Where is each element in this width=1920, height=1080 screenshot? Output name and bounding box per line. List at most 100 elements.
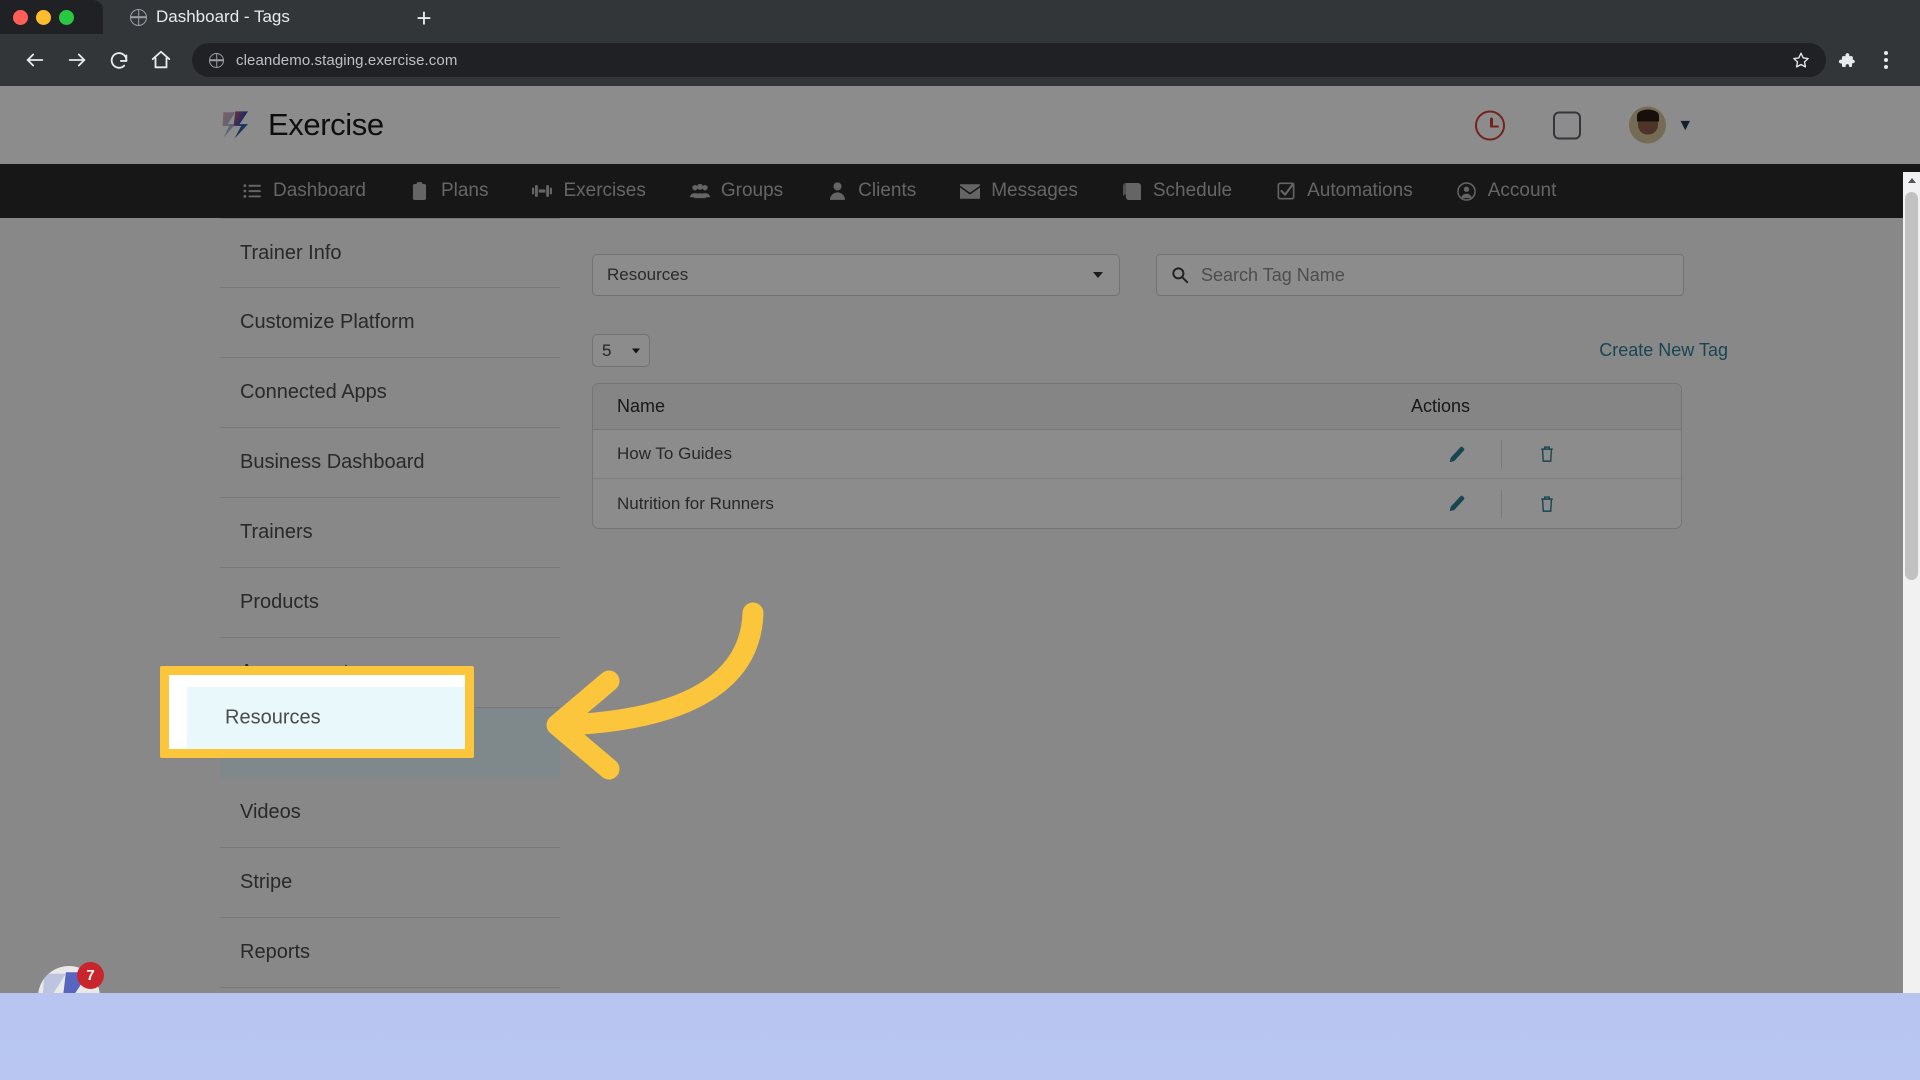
search-tag-name-field[interactable] (1156, 254, 1684, 296)
nav-item-schedule[interactable]: Schedule (1100, 164, 1254, 218)
sidebar-item-label: Trainer Info (240, 241, 342, 264)
page-viewport: Exercise ▾ Dashboard Plans Exercises Gro… (0, 86, 1920, 993)
nav-item-label: Messages (991, 180, 1078, 201)
column-header-actions: Actions (1411, 396, 1471, 416)
exercise-logo-icon (220, 108, 254, 142)
browser-toolbar: cleandemo.staging.exercise.com (0, 34, 1920, 86)
nav-item-automations[interactable]: Automations (1254, 164, 1435, 218)
sidebar-item-trainer-info[interactable]: Trainer Info (220, 218, 560, 288)
sidebar-item-reports[interactable]: Reports (220, 918, 560, 988)
brand-name: Exercise (268, 107, 384, 142)
table-row[interactable]: How To Guides (593, 430, 1681, 479)
sidebar-item-customize-platform[interactable]: Customize Platform (220, 288, 560, 358)
maximize-window-button[interactable] (59, 9, 74, 25)
sidebar-item-connected-apps[interactable]: Connected Apps (220, 358, 560, 428)
home-icon[interactable] (140, 39, 182, 81)
settings-sidebar: Trainer Info Customize Platform Connecte… (220, 218, 560, 988)
clipboard-icon (410, 181, 430, 201)
history-clock-icon[interactable] (1475, 110, 1506, 140)
nav-item-label: Groups (720, 180, 784, 201)
user-circle-icon (1457, 181, 1477, 201)
sidebar-item-business-dashboard[interactable]: Business Dashboard (220, 428, 560, 498)
pencil-icon[interactable] (1411, 446, 1501, 463)
category-select[interactable]: Resources (592, 254, 1120, 296)
trash-icon[interactable] (1502, 445, 1592, 463)
user-menu[interactable]: ▾ (1629, 106, 1690, 144)
address-bar[interactable]: cleandemo.staging.exercise.com (192, 43, 1826, 77)
chevron-down-icon (1093, 272, 1103, 278)
sidebar-item-label: Videos (240, 801, 301, 823)
trash-icon[interactable] (1502, 495, 1592, 513)
list-icon (242, 181, 262, 201)
scrollbar-thumb[interactable] (1905, 192, 1918, 580)
sidebar-item-label: Stripe (240, 871, 293, 893)
browser-menu-icon[interactable] (1866, 39, 1906, 81)
category-select-value: Resources (607, 265, 689, 284)
new-tab-button[interactable]: + (398, 1, 450, 34)
dumbbell-icon (532, 181, 553, 201)
header-actions: ▾ (1475, 106, 1690, 144)
person-icon (827, 181, 847, 201)
primary-nav: Dashboard Plans Exercises Groups Clients… (0, 164, 1920, 218)
tab-strip: Dashboard - Tags + (0, 0, 1920, 34)
notification-badge: 7 (77, 962, 104, 989)
dock-app-icon[interactable]: 7 (38, 962, 104, 993)
page-content: Trainer Info Customize Platform Connecte… (0, 218, 1920, 993)
filters-row: Resources (592, 218, 1740, 296)
sidebar-item-label: Customize Platform (240, 311, 415, 333)
screen-square-icon[interactable] (1553, 111, 1582, 139)
per-page-value: 5 (602, 340, 612, 360)
nav-item-label: Account (1487, 180, 1557, 201)
sidebar-item-videos[interactable]: Videos (220, 778, 560, 848)
row-actions (1411, 440, 1681, 468)
per-page-select[interactable]: 5 (592, 334, 650, 367)
sidebar-item-products[interactable]: Products (220, 568, 560, 638)
sidebar-item-label: Resources (240, 731, 336, 754)
nav-item-label: Automations (1307, 180, 1413, 201)
app-header: Exercise ▾ (0, 86, 1920, 164)
back-icon[interactable] (14, 39, 56, 81)
tag-name: Nutrition for Runners (617, 493, 774, 513)
extensions-puzzle-icon[interactable] (1826, 39, 1866, 81)
book-icon (1122, 181, 1142, 201)
page-scrollbar[interactable] (1903, 172, 1920, 993)
close-window-button[interactable] (13, 9, 28, 25)
brand[interactable]: Exercise (220, 107, 384, 143)
forward-icon[interactable] (56, 39, 98, 81)
nav-item-messages[interactable]: Messages (938, 164, 1100, 218)
site-globe-icon (209, 52, 224, 68)
nav-item-account[interactable]: Account (1435, 164, 1579, 218)
column-header-name: Name (617, 396, 666, 416)
sidebar-item-assessments[interactable]: Assessments (220, 638, 560, 708)
sidebar-item-stripe[interactable]: Stripe (220, 848, 560, 918)
bookmark-star-icon[interactable] (1792, 51, 1818, 69)
people-icon (689, 181, 710, 201)
pencil-icon[interactable] (1411, 495, 1501, 512)
nav-item-exercises[interactable]: Exercises (510, 164, 667, 218)
nav-item-dashboard[interactable]: Dashboard (220, 164, 388, 218)
row-actions (1411, 489, 1681, 518)
reload-icon[interactable] (98, 39, 140, 81)
sidebar-item-resources[interactable]: Resources (220, 708, 560, 778)
nav-item-groups[interactable]: Groups (668, 164, 805, 218)
scroll-up-icon[interactable] (1903, 172, 1920, 189)
globe-icon (130, 8, 147, 26)
table-row[interactable]: Nutrition for Runners (593, 479, 1681, 528)
envelope-icon (960, 181, 981, 201)
chevron-down-icon: ▾ (1680, 114, 1690, 136)
search-input[interactable] (1201, 264, 1669, 286)
address-bar-url: cleandemo.staging.exercise.com (236, 51, 458, 69)
sidebar-item-trainers[interactable]: Trainers (220, 498, 560, 568)
nav-item-clients[interactable]: Clients (805, 164, 938, 218)
tab-title: Dashboard - Tags (156, 7, 290, 26)
avatar (1629, 106, 1667, 144)
browser-tab[interactable]: Dashboard - Tags (103, 0, 395, 34)
nav-item-label: Schedule (1152, 180, 1233, 201)
checkbox-icon (1276, 181, 1296, 201)
sidebar-item-label: Reports (240, 941, 311, 963)
nav-item-plans[interactable]: Plans (388, 164, 511, 218)
minimize-window-button[interactable] (36, 9, 51, 25)
create-new-tag-link[interactable]: Create New Tag (1599, 340, 1728, 361)
nav-item-label: Plans (440, 180, 489, 201)
sidebar-item-label: Products (240, 591, 319, 613)
